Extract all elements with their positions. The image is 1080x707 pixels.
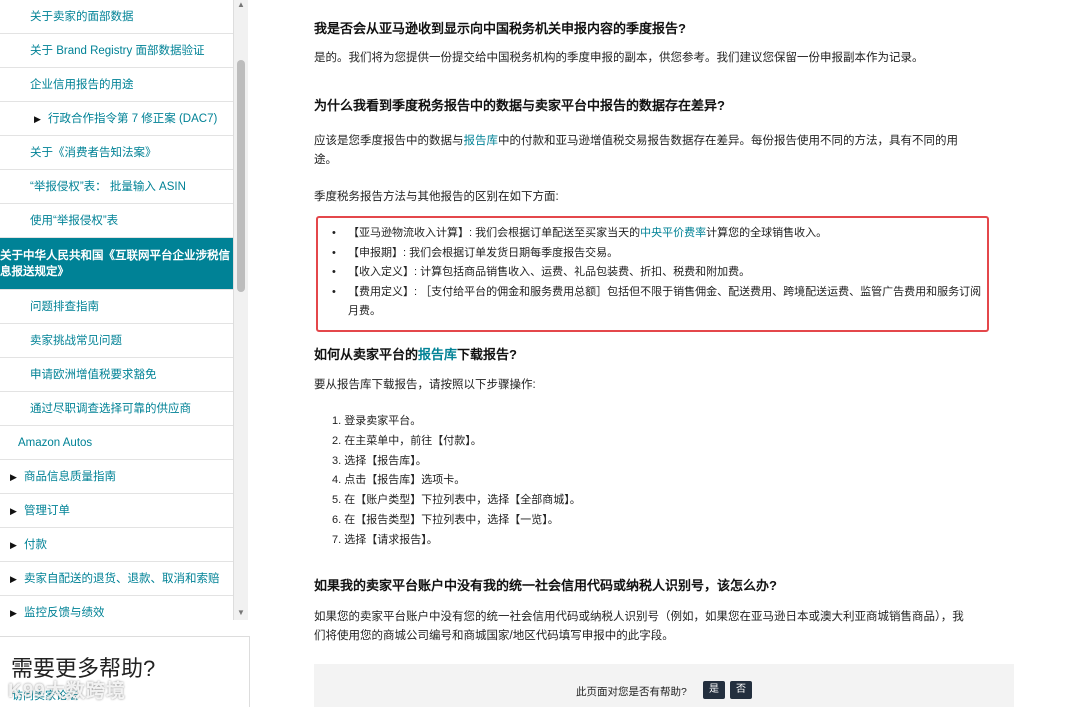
sidebar-item-label: 关于中华人民共和国《互联网平台企业涉税信息报送规定》 [0, 249, 230, 278]
report-library-title-link[interactable]: 报告库 [418, 347, 457, 362]
question-2-title: 为什么我看到季度税务报告中的数据与卖家平台中报告的数据存在差异? [314, 98, 725, 113]
step-item: 5. 在【账户类型】下拉列表中，选择【全部商城】。 [332, 494, 581, 507]
question-2-subparagraph: 季度税务报告方法与其他报告的区别在如下方面: [314, 191, 559, 203]
difference-list: 【亚马逊物流收入计算】: 我们会根据订单配送至买家当天的中央平价费率计算您的全球… [318, 218, 987, 322]
text-segment: 【申报期】: 我们会根据订单发货日期每季度报告交易。 [348, 246, 619, 259]
sidebar-item-label: 付款 [24, 538, 47, 551]
scroll-thumb[interactable] [237, 60, 245, 292]
sidebar-item[interactable]: 申请欧洲增值税要求豁免 [0, 358, 233, 392]
main-content: 我是否会从亚马逊收到显示向中国税务机关申报内容的季度报告? 是的。我们将为您提供… [314, 0, 1014, 707]
text-segment: 【费用定义】: ［支付给平台的佣金和服务费用总额］包括但不限于销售佣金、配送费用… [348, 285, 982, 318]
question-4-answer: 如果您的卖家平台账户中没有您的统一社会信用代码或纳税人识别号（例如，如果您在亚马… [314, 611, 964, 642]
difference-item: 【收入定义】: 计算包括商品销售收入、运费、礼品包装费、折扣、税费和附加费。 [332, 263, 987, 283]
sidebar-item[interactable]: ▶ 监控反馈与绩效 [0, 596, 233, 620]
sidebar-item[interactable]: 问题排查指南 [0, 290, 233, 324]
question-3-intro: 要从报告库下载报告，请按照以下步骤操作: [314, 379, 536, 391]
sidebar-item-label: 监控反馈与绩效 [24, 606, 105, 619]
question-2-paragraph: 应该是您季度报告中的数据与报告库中的付款和亚马逊增值税交易报告数据存在差异。每份… [314, 132, 974, 170]
central-rate-link[interactable]: 中央平价费率 [640, 227, 706, 239]
feedback-no-button[interactable]: 否 [730, 681, 752, 699]
sidebar-item-label: 问题排查指南 [30, 300, 99, 313]
scroll-up-arrow-icon[interactable]: ▲ [234, 0, 248, 12]
sidebar-item[interactable]: 通过尽职调查选择可靠的供应商 [0, 392, 233, 426]
expand-arrow-icon[interactable]: ▶ [10, 503, 17, 519]
text-segment: 如何从卖家平台的 [314, 347, 419, 362]
sidebar-item-label: 关于 Brand Registry 面部数据验证 [30, 44, 205, 57]
difference-item: 【亚马逊物流收入计算】: 我们会根据订单配送至买家当天的中央平价费率计算您的全球… [332, 224, 987, 244]
sidebar-item[interactable]: ▶ 管理订单 [0, 494, 233, 528]
step-item: 4. 点击【报告库】选项卡。 [332, 474, 466, 487]
sidebar-item[interactable]: 企业信用报告的用途 [0, 68, 233, 102]
sidebar-scrollbar[interactable]: ▲ ▼ [234, 0, 248, 620]
sidebar-item-label: 通过尽职调查选择可靠的供应商 [30, 402, 191, 415]
difference-item: 【费用定义】: ［支付给平台的佣金和服务费用总额］包括但不限于销售佣金、配送费用… [332, 283, 987, 322]
sidebar-item-label: 商品信息质量指南 [24, 470, 116, 483]
sidebar-item[interactable]: “举报侵权”表： 批量输入 ASIN [0, 170, 233, 204]
feedback-question: 此页面对您是否有帮助? [576, 686, 687, 698]
sidebar-item-label: Amazon Autos [18, 436, 93, 449]
sidebar-item[interactable]: 关于卖家的面部数据 [0, 0, 233, 34]
sidebar-item-label: 行政合作指令第 7 修正案 (DAC7) [48, 112, 218, 125]
expand-arrow-icon[interactable]: ▶ [10, 469, 17, 485]
sidebar-item[interactable]: ▶ 付款 [0, 528, 233, 562]
sidebar-item-label: 管理订单 [24, 504, 70, 517]
sidebar-item[interactable]: ▶ 行政合作指令第 7 修正案 (DAC7) [0, 102, 233, 136]
question-1-answer: 是的。我们将为您提供一份提交给中国税务机构的季度申报的副本，供您参考。我们建议您… [314, 52, 924, 64]
step-item: 1. 登录卖家平台。 [332, 415, 422, 427]
sidebar-item[interactable]: 关于中华人民共和国《互联网平台企业涉税信息报送规定》 [0, 238, 233, 290]
expand-arrow-icon[interactable]: ▶ [10, 571, 17, 587]
step-item: 6. 在【报告类型】下拉列表中，选择【一览】。 [332, 513, 559, 526]
sidebar-item-label: 申请欧洲增值税要求豁免 [30, 368, 157, 381]
sidebar-item-label: 使用“举报侵权”表 [30, 214, 119, 227]
text-segment: 应该是您季度报告中的数据与 [314, 135, 464, 147]
text-segment: 下载报告? [457, 347, 517, 362]
sidebar-item[interactable]: 关于《消费者告知法案》 [0, 136, 233, 170]
sidebar-item[interactable]: 使用“举报侵权”表 [0, 204, 233, 238]
report-library-link[interactable]: 报告库 [464, 135, 499, 147]
text-segment: 计算您的全球销售收入。 [706, 227, 828, 239]
sidebar-item[interactable]: ▶ 商品信息质量指南 [0, 460, 233, 494]
steps-list: 1. 登录卖家平台。 2. 在主菜单中，前往【付款】。 3. 选择【报告库】。 4. … [314, 412, 581, 551]
sidebar-item-label: 卖家挑战常见问题 [30, 334, 122, 347]
sidebar-item-label: 关于卖家的面部数据 [30, 10, 134, 23]
sidebar-item-label: 关于《消费者告知法案》 [30, 146, 157, 159]
step-item: 2. 在主菜单中，前往【付款】。 [332, 434, 482, 447]
feedback-bar: 此页面对您是否有帮助? 是 否 [314, 664, 1014, 707]
sidebar-item[interactable]: 关于 Brand Registry 面部数据验证 [0, 34, 233, 68]
scroll-down-arrow-icon[interactable]: ▼ [234, 608, 248, 620]
expand-arrow-icon[interactable]: ▶ [34, 111, 41, 127]
text-segment: 【收入定义】: 计算包括商品销售收入、运费、礼品包装费、折扣、税费和附加费。 [348, 266, 751, 278]
expand-arrow-icon[interactable]: ▶ [10, 605, 17, 621]
sidebar-item-label: 企业信用报告的用途 [30, 78, 134, 91]
question-1-title: 我是否会从亚马逊收到显示向中国税务机关申报内容的季度报告? [314, 21, 686, 36]
text-segment: 【亚马逊物流收入计算】: 我们会根据订单配送至买家当天的 [348, 227, 641, 239]
difference-item: 【申报期】: 我们会根据订单发货日期每季度报告交易。 [332, 244, 987, 264]
sidebar-nav: 关于卖家的面部数据关于 Brand Registry 面部数据验证 企业信用报告的… [0, 0, 234, 620]
sidebar-item[interactable]: Amazon Autos [0, 426, 233, 460]
question-3-title: 如何从卖家平台的报告库下载报告? [314, 346, 517, 364]
step-item: 7. 选择【请求报告】。 [332, 533, 438, 546]
feedback-yes-button[interactable]: 是 [703, 681, 725, 699]
expand-arrow-icon[interactable]: ▶ [10, 537, 17, 553]
step-item: 3. 选择【报告库】。 [332, 454, 427, 467]
sidebar-item[interactable]: 卖家挑战常见问题 [0, 324, 233, 358]
sidebar: 关于卖家的面部数据关于 Brand Registry 面部数据验证 企业信用报告的… [0, 0, 250, 707]
sidebar-item-label: 卖家自配送的退货、退款、取消和索赔 [24, 572, 220, 585]
highlight-box: 【亚马逊物流收入计算】: 我们会根据订单配送至买家当天的中央平价费率计算您的全球… [316, 216, 989, 332]
question-4-title: 如果我的卖家平台账户中没有我的统一社会信用代码或纳税人识别号，该怎么办? [314, 578, 777, 593]
sidebar-item-label: “举报侵权”表： 批量输入 ASIN [30, 180, 186, 193]
sidebar-item[interactable]: ▶ 卖家自配送的退货、退款、取消和索赔 [0, 562, 233, 596]
watermark-logo: K99大数跨境 [8, 681, 126, 702]
